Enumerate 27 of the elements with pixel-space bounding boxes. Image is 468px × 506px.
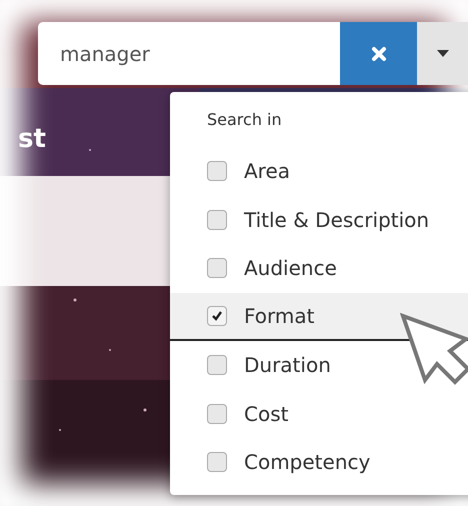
option-row[interactable]: Competency [170, 438, 468, 486]
checkbox[interactable] [207, 258, 227, 278]
checkbox[interactable] [207, 306, 227, 326]
option-row[interactable]: Area [170, 147, 468, 196]
page-heading: st [18, 124, 46, 154]
option-label: Competency [244, 450, 370, 474]
option-label: Audience [244, 256, 337, 280]
option-label: Area [244, 159, 290, 184]
option-label: Title & Description [244, 208, 430, 232]
checkbox[interactable] [207, 161, 227, 182]
option-label: Format [244, 304, 314, 328]
option-label: Cost [244, 402, 288, 426]
clear-button[interactable] [340, 22, 417, 85]
checkbox[interactable] [207, 404, 227, 424]
option-row[interactable]: Audience [170, 244, 468, 292]
search-field[interactable]: manager [38, 22, 340, 85]
checkbox[interactable] [207, 452, 227, 472]
option-label: Duration [244, 353, 331, 378]
option-row[interactable]: Title & Description [170, 196, 468, 244]
option-row[interactable]: Cost [170, 390, 468, 438]
checkmark-icon [211, 310, 223, 322]
close-icon [370, 46, 386, 62]
checkbox[interactable] [207, 355, 227, 376]
checkbox[interactable] [207, 210, 227, 230]
menu-heading: Search in [206, 109, 283, 131]
option-row[interactable]: Duration [170, 341, 468, 390]
caret-icon [437, 50, 449, 57]
